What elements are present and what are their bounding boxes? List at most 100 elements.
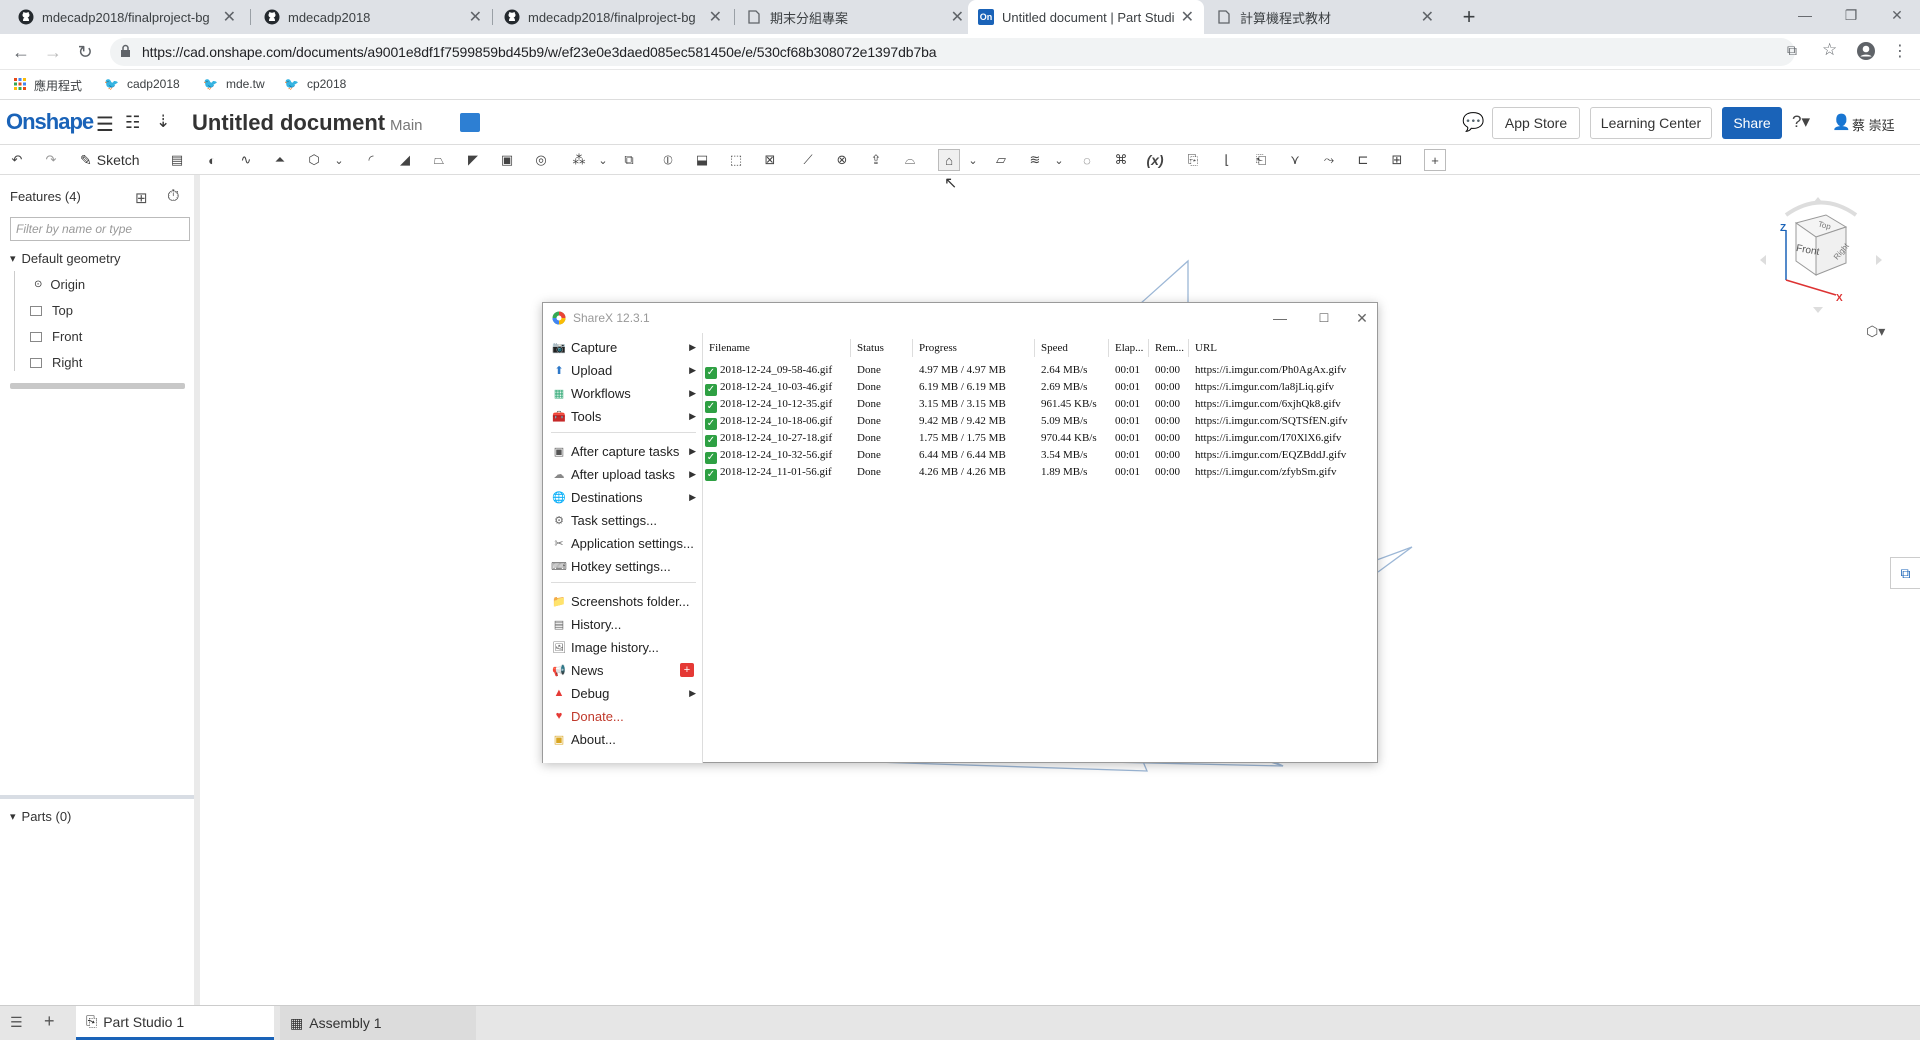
menu-donate[interactable]: ♥ Donate... (551, 706, 696, 726)
minimize-window-button[interactable]: — (1782, 0, 1828, 30)
url-text[interactable]: https://cad.onshape.com/documents/a9001e… (142, 44, 937, 60)
tree-item-top[interactable]: Top (30, 303, 73, 318)
close-tab-icon[interactable]: ✕ (1421, 7, 1434, 27)
rib-icon[interactable]: ◤ (462, 149, 484, 171)
shell-icon[interactable]: ▣ (496, 149, 518, 171)
sharex-minimize-button[interactable]: — (1265, 307, 1295, 329)
hole-icon[interactable]: ◎ (530, 149, 552, 171)
split-icon[interactable]: ⬓ (691, 149, 713, 171)
chevron-down-icon[interactable]: ▾ (10, 810, 16, 823)
table-row[interactable]: ✓ 2018-12-24_09-58-46.gif Done 4.97 MB / 4.… (705, 362, 1377, 379)
column-header-progress[interactable]: Progress (915, 339, 1035, 357)
variable-icon[interactable]: (x) (1144, 149, 1166, 171)
new-tab-button[interactable]: + (1455, 4, 1483, 30)
replace-face-icon[interactable]: ⌓ (899, 149, 921, 171)
panel-splitter[interactable] (0, 795, 194, 799)
default-geometry-node[interactable]: ▾ Default geometry (10, 251, 121, 266)
browser-tab[interactable]: mdecadp2018/finalproject-bg ✕ (8, 0, 246, 34)
column-header-speed[interactable]: Speed (1037, 339, 1109, 357)
table-row[interactable]: ✓ 2018-12-24_11-01-56.gif Done 4.26 MB / 4.… (705, 464, 1377, 481)
menu-tools[interactable]: 🧰 Tools ▶ (551, 406, 696, 426)
bookmark-mde[interactable]: 🐦 mde.tw (203, 77, 265, 91)
undo-icon[interactable]: ↶ (6, 149, 28, 171)
menu-hotkey-settings[interactable]: ⌨ Hotkey settings... (551, 556, 696, 576)
modify-fillet-icon[interactable]: ⟋ (797, 149, 819, 171)
browser-tab-active[interactable]: On Untitled document | Part Studio ✕ (968, 0, 1204, 34)
column-header-filename[interactable]: Filename (705, 339, 851, 357)
transform-icon[interactable]: ⬚ (725, 149, 747, 171)
forward-button[interactable]: → (41, 40, 65, 64)
column-header-url[interactable]: URL (1191, 339, 1375, 357)
rollback-clock-icon[interactable]: ⏱ (167, 188, 179, 206)
insert-icon[interactable]: ⇣ (156, 112, 170, 132)
menu-workflows[interactable]: ▦ Workflows ▶ (551, 383, 696, 403)
bookmark-cp2018[interactable]: 🐦 cp2018 (284, 77, 346, 91)
reload-button[interactable]: ↻ (73, 40, 97, 64)
sharex-window[interactable]: ShareX 12.3.1 — ☐ ✕ 📷 Capture ▶ ⬆ Upload ▶ ▦… (542, 302, 1378, 763)
close-tab-icon[interactable]: ✕ (709, 7, 722, 27)
plane-icon[interactable]: ▱ (990, 149, 1012, 171)
share-button[interactable]: Share (1722, 107, 1782, 139)
restore-window-button[interactable]: ❐ (1828, 0, 1874, 30)
menu-after-upload-tasks[interactable]: ☁ After upload tasks ▶ (551, 464, 697, 484)
dropdown-icon[interactable]: ⌄ (328, 149, 350, 171)
table-row[interactable]: ✓ 2018-12-24_10-27-18.gif Done 1.75 MB / 1.… (705, 430, 1377, 447)
close-tab-icon[interactable]: ✕ (1181, 7, 1194, 27)
upload-task-list[interactable]: Filename Status Progress Speed Elap... R… (705, 333, 1377, 763)
bend-icon[interactable]: ⤳ (1318, 149, 1340, 171)
redo-icon[interactable]: ↷ (40, 149, 62, 171)
dropdown-icon[interactable]: ⌄ (592, 149, 614, 171)
table-row[interactable]: ✓ 2018-12-24_10-32-56.gif Done 6.44 MB / 6.… (705, 447, 1377, 464)
pattern-icon[interactable]: ⁂ (568, 149, 590, 171)
sharex-maximize-button[interactable]: ☐ (1309, 307, 1339, 329)
browser-tab[interactable]: mdecadp2018/finalproject-bg ✕ (494, 0, 732, 34)
profile-icon[interactable] (1856, 41, 1876, 64)
menu-upload[interactable]: ⬆ Upload ▶ (551, 360, 696, 380)
branch-label[interactable]: Main (390, 117, 423, 134)
draft-icon[interactable]: ⏢ (428, 149, 450, 171)
menu-capture[interactable]: 📷 Capture ▶ (551, 337, 696, 357)
menu-screenshots-folder[interactable]: 📁 Screenshots folder... (551, 591, 696, 611)
side-panel-toggle-icon[interactable]: ⧉ (1890, 557, 1920, 589)
tab-manager-icon[interactable]: ☰ (10, 1014, 23, 1031)
app-store-button[interactable]: App Store (1492, 107, 1580, 139)
new-folder-icon[interactable]: ⊞ (135, 189, 148, 207)
mirror-icon[interactable]: ⧉ (618, 149, 640, 171)
add-tab-icon[interactable]: + (44, 1011, 55, 1032)
tab-part-studio-1[interactable]: ⎘ Part Studio 1 (76, 1006, 274, 1040)
comments-icon[interactable]: 💬 (1462, 112, 1484, 133)
browser-tab[interactable]: mdecadp2018 ✕ (254, 0, 492, 34)
browser-tab[interactable]: 計算機程式教材 ✕ (1206, 0, 1444, 34)
delete-face-icon[interactable]: ⊗ (831, 149, 853, 171)
menu-destinations[interactable]: 🌐 Destinations ▶ (551, 487, 696, 507)
flat-view-icon[interactable]: ⊞ (1386, 149, 1408, 171)
mate-connector-icon[interactable]: ≋ (1024, 149, 1046, 171)
revolve-icon[interactable]: ◐ (201, 149, 223, 171)
hamburger-menu-icon[interactable]: ☰ (96, 112, 114, 137)
parts-node[interactable]: ▾ Parts (0) (10, 809, 71, 824)
tab-icon[interactable]: ⋎ (1284, 149, 1306, 171)
tree-item-origin[interactable]: ⊙ Origin (34, 277, 85, 292)
loft-icon[interactable]: ⏶ (269, 149, 291, 171)
sketch-button[interactable]: ✎ Sketch (80, 149, 140, 171)
hem-icon[interactable]: ⎗ (1250, 149, 1272, 171)
add-custom-feature-icon[interactable]: + (1424, 149, 1446, 171)
table-row[interactable]: ✓ 2018-12-24_10-12-35.gif Done 3.15 MB / 3.… (705, 396, 1377, 413)
tree-item-right[interactable]: Right (30, 355, 82, 370)
thicken-icon[interactable]: ⬡ (303, 149, 325, 171)
sharex-close-button[interactable]: ✕ (1347, 307, 1377, 329)
tree-item-front[interactable]: Front (30, 329, 82, 344)
lock-icon[interactable] (120, 44, 131, 61)
table-row[interactable]: ✓ 2018-12-24_10-03-46.gif Done 6.19 MB / 6.… (705, 379, 1377, 396)
extrude-icon[interactable]: ▤ (166, 149, 188, 171)
menu-about[interactable]: ▣ About... (551, 729, 696, 749)
chamfer-icon[interactable]: ◢ (394, 149, 416, 171)
menu-history[interactable]: ▤ History... (551, 614, 696, 634)
table-row[interactable]: ✓ 2018-12-24_10-18-06.gif Done 9.42 MB / 9.… (705, 413, 1377, 430)
user-avatar-icon[interactable]: 👤 (1832, 113, 1851, 131)
browser-tab[interactable]: 期末分組專案 ✕ (736, 0, 974, 34)
dropdown-icon[interactable]: ⌄ (962, 149, 984, 171)
help-icon[interactable]: ?▾ (1792, 112, 1810, 132)
delete-part-icon[interactable]: ⊠ (759, 149, 781, 171)
onshape-logo[interactable]: Onshape (6, 109, 94, 135)
